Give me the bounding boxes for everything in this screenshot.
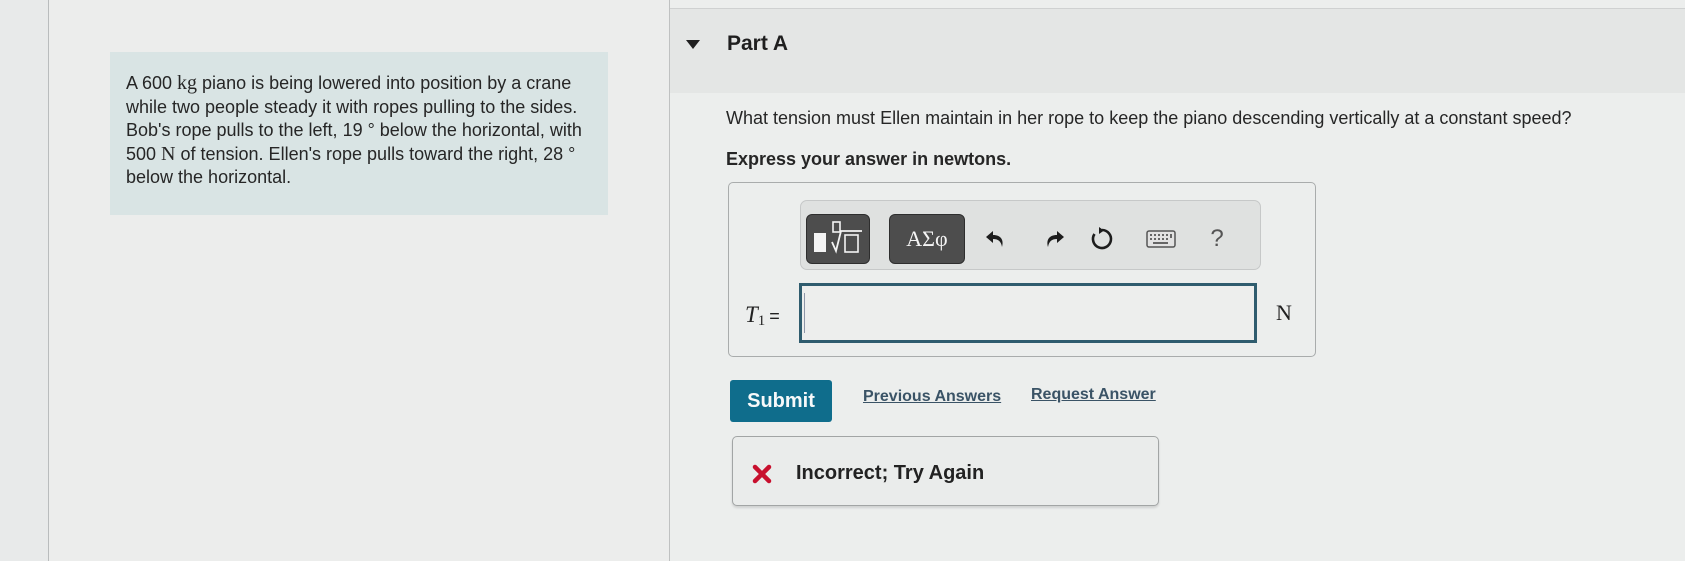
variable-symbol: T [745, 302, 758, 327]
instruction-text: Express your answer in newtons. [726, 149, 1012, 169]
submit-button[interactable]: Submit [730, 380, 832, 422]
problem-statement: A 600 kg piano is being lowered into pos… [110, 52, 608, 215]
text-cursor [804, 293, 805, 333]
part-header[interactable] [670, 8, 1685, 93]
undo-button[interactable] [979, 222, 1013, 256]
unit-kg: kg [177, 72, 198, 94]
problem-text: A 600 [126, 73, 178, 93]
incorrect-x-icon [752, 464, 772, 484]
answer-variable-label: T1 = [745, 302, 780, 330]
answer-input[interactable] [799, 283, 1257, 343]
feedback-message: Incorrect; Try Again [796, 462, 985, 484]
reset-button[interactable] [1085, 222, 1119, 256]
greek-symbols-button[interactable]: ΑΣφ [889, 214, 965, 264]
templates-icon [814, 221, 862, 254]
templates-button[interactable] [806, 214, 870, 264]
previous-answers-link[interactable]: Previous Answers [863, 388, 1001, 406]
redo-icon [1047, 231, 1064, 247]
unit-n: N [161, 142, 176, 165]
redo-button[interactable] [1037, 222, 1071, 256]
problem-text: of tension. Ellen's rope pulls toward th… [126, 143, 576, 188]
answer-unit: N [1276, 300, 1292, 325]
part-title[interactable]: Part A [727, 32, 788, 56]
equals-sign: = [769, 306, 780, 326]
collapse-caret-icon[interactable] [686, 40, 700, 49]
help-button[interactable]: ? [1200, 222, 1234, 256]
keyboard-icon [1146, 230, 1176, 248]
undo-icon [986, 231, 1003, 247]
request-answer-link[interactable]: Request Answer [1031, 386, 1156, 404]
question-text: What tension must Ellen maintain in her … [726, 108, 1572, 128]
keyboard-button[interactable] [1144, 222, 1178, 256]
reset-icon [1091, 227, 1113, 250]
variable-subscript: 1 [757, 313, 766, 329]
